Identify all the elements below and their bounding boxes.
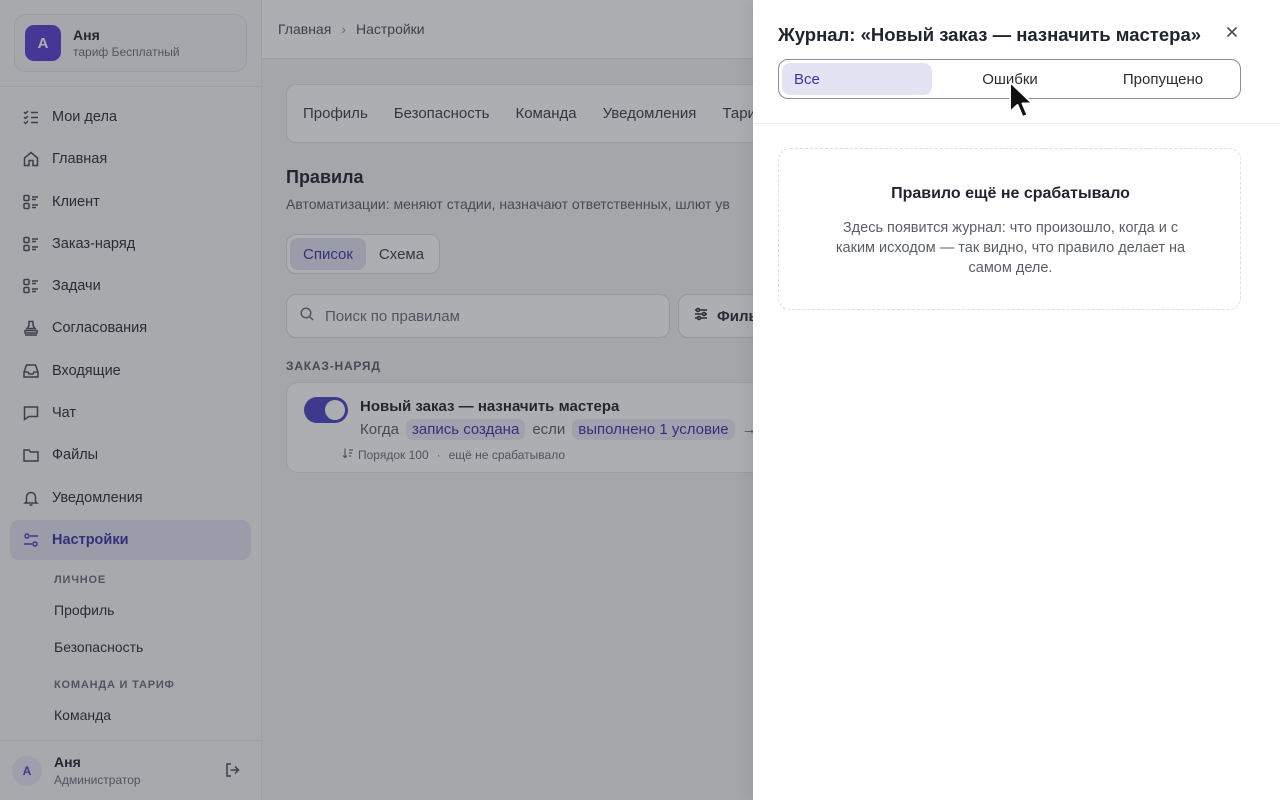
close-icon[interactable]	[1223, 23, 1241, 41]
empty-state: Правило ещё не срабатывало Здесь появитс…	[778, 148, 1241, 310]
drawer-divider	[753, 123, 1280, 124]
tab-all[interactable]: Все	[782, 63, 932, 95]
empty-state-description: Здесь появится журнал: что произошло, ко…	[835, 220, 1186, 276]
rule-log-drawer: Журнал: «Новый заказ — назначить мастера…	[753, 0, 1280, 800]
modal-backdrop[interactable]	[0, 0, 753, 800]
mouse-cursor-icon	[1009, 81, 1034, 118]
drawer-title: Журнал: «Новый заказ — назначить мастера…	[778, 24, 1202, 45]
empty-state-title: Правило ещё не срабатывало	[891, 185, 1130, 202]
tab-skipped[interactable]: Пропущено	[1088, 63, 1238, 95]
